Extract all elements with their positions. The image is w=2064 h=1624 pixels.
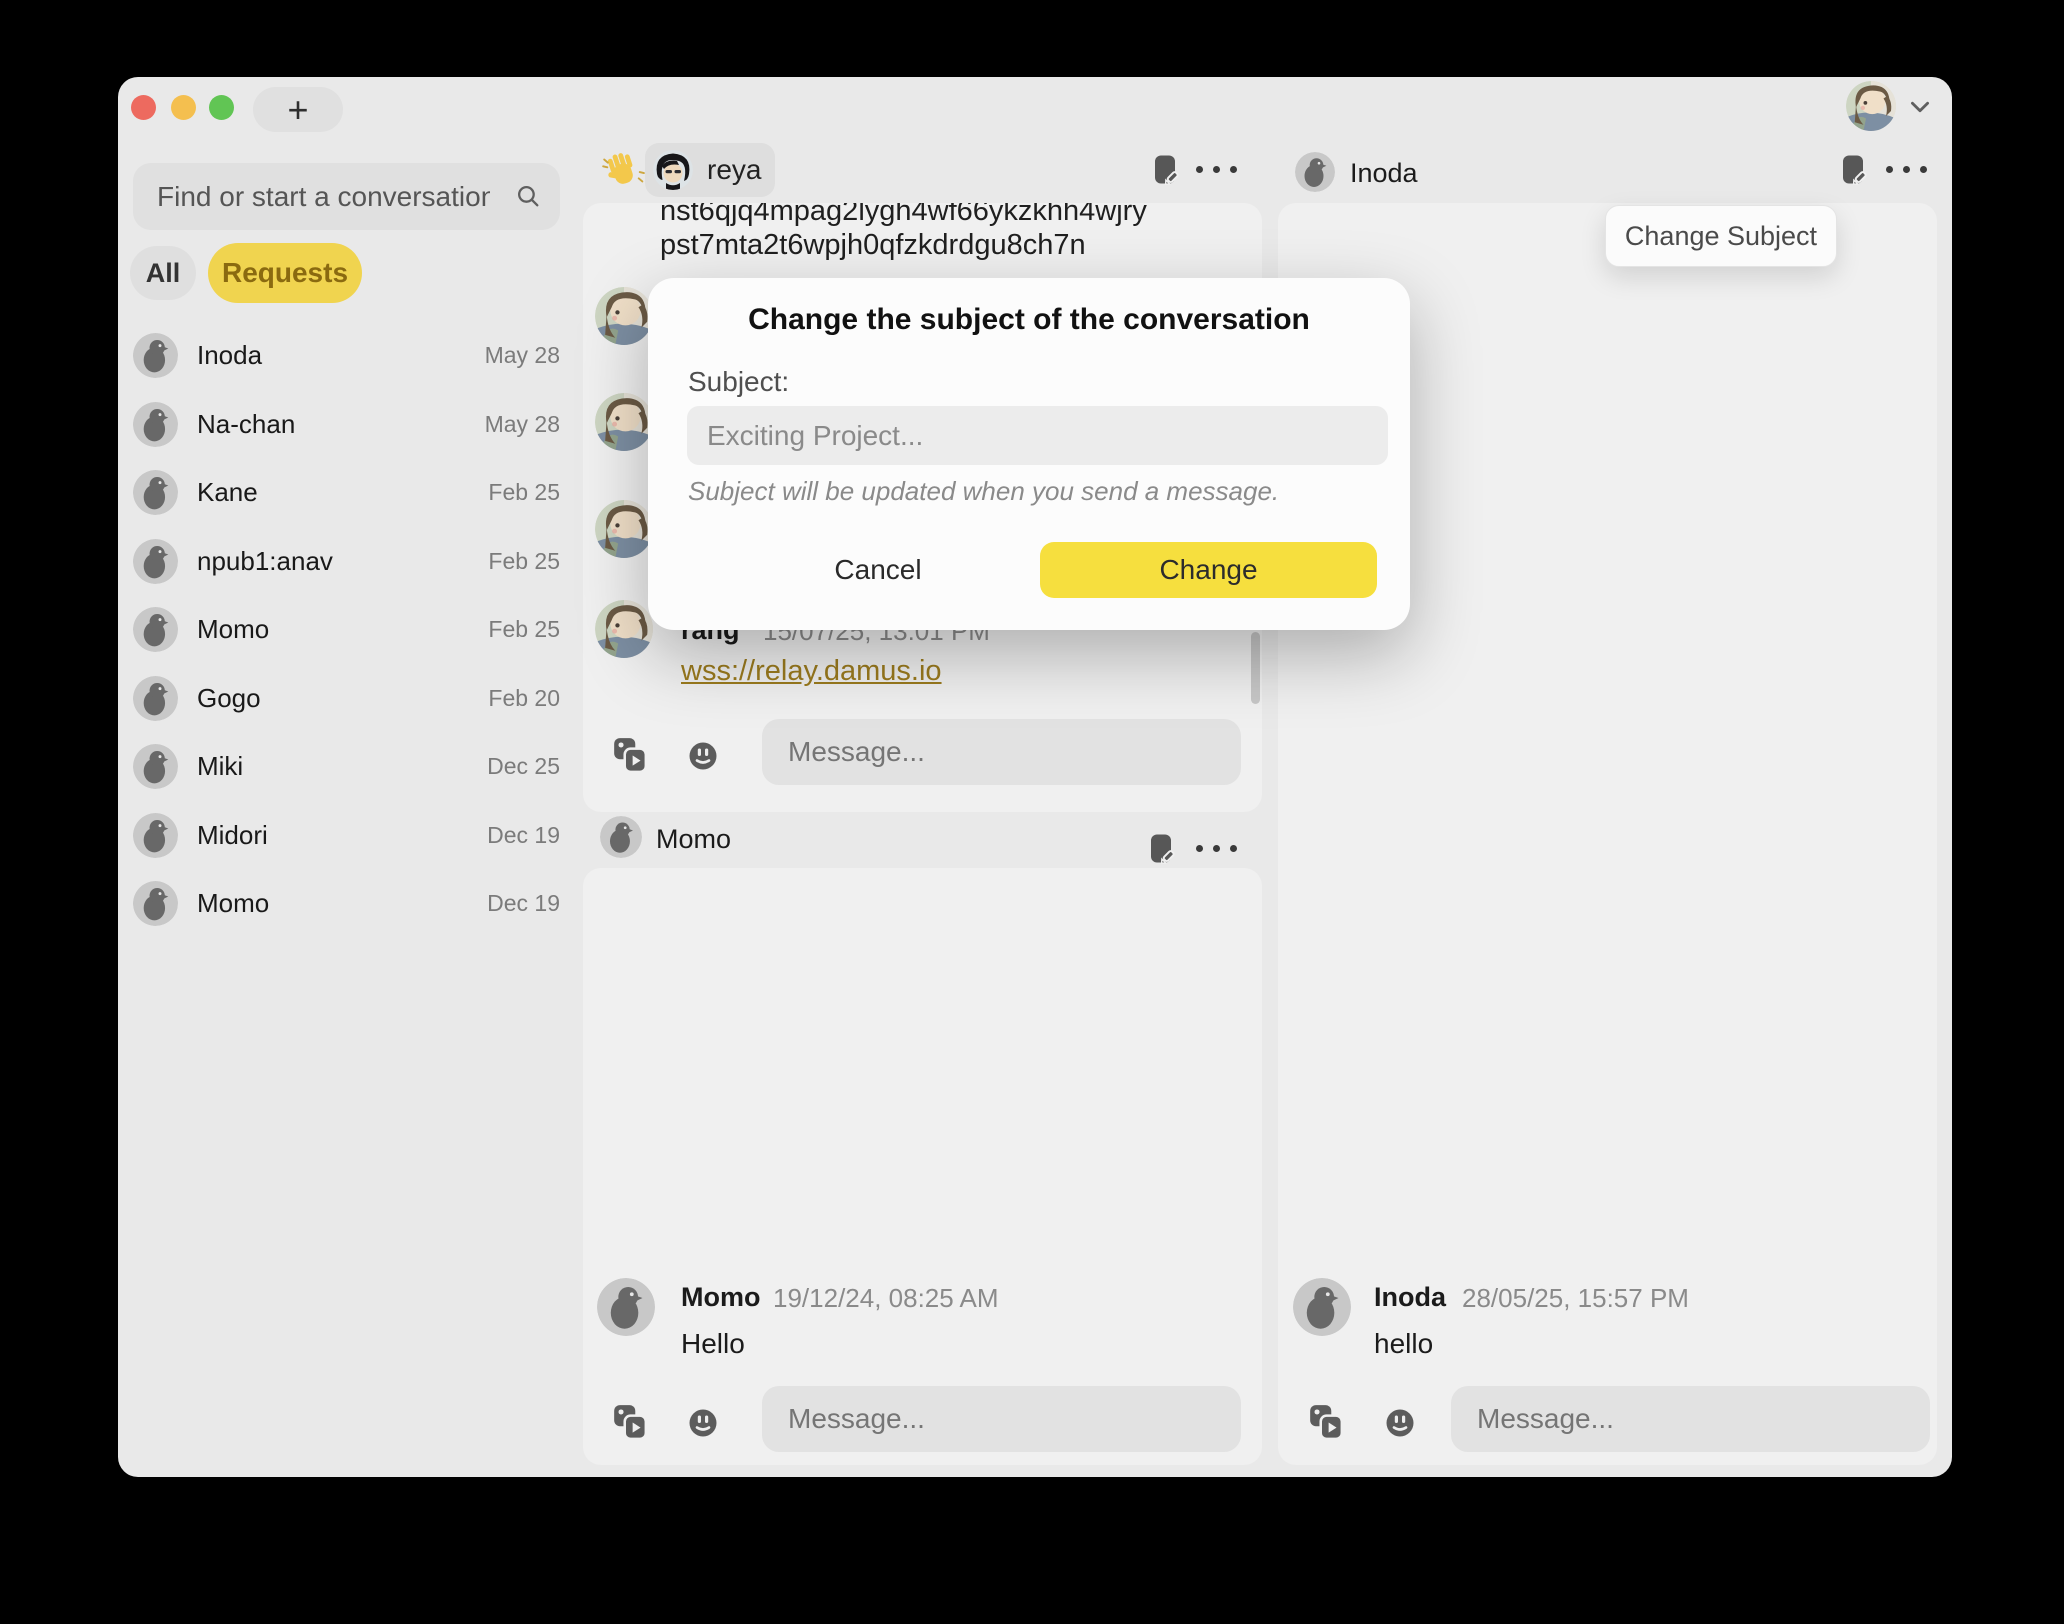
cancel-button[interactable]: Cancel [788, 542, 968, 598]
conversation-list-item[interactable]: Momo Dec 19 [133, 869, 560, 937]
media-picker-icon[interactable] [1307, 1403, 1345, 1441]
conversation-name: Midori [197, 820, 487, 851]
conversation-date: Feb 25 [488, 479, 560, 506]
conversation-list-item[interactable]: Na-chan May 28 [133, 390, 560, 458]
conversation-name: npub1:anav [197, 546, 488, 577]
app-window: + All Requests Inoda May 28 Na-chan May … [118, 77, 1952, 1477]
change-button[interactable]: Change [1040, 542, 1377, 598]
message-avatar [597, 1278, 655, 1336]
message-avatar [595, 287, 653, 345]
npub-text-line2: pst7mta2t6wpjh0qfzkdrdgu8ch7n [660, 229, 1086, 262]
conversation-list-item[interactable]: Midori Dec 19 [133, 801, 560, 869]
message-avatar [595, 500, 653, 558]
conversation-date: Dec 19 [487, 822, 560, 849]
emoji-picker-icon[interactable] [687, 740, 719, 772]
conversation-date: Dec 19 [487, 890, 560, 917]
conversation-name: Miki [197, 751, 487, 782]
edit-note-icon[interactable] [1836, 153, 1870, 187]
change-subject-dialog: Change the subject of the conversation S… [648, 278, 1410, 630]
minimize-window-button[interactable] [171, 95, 196, 120]
default-bird-avatar [133, 333, 178, 378]
edit-note-icon[interactable] [1144, 832, 1178, 866]
chat-panel-momo: Momo 19/12/24, 08:25 AM Hello [583, 868, 1262, 1465]
message-input[interactable] [1451, 1386, 1930, 1452]
more-options-icon[interactable] [1196, 166, 1237, 173]
message-author: Momo [681, 1282, 760, 1313]
conversation-list-item[interactable]: npub1:anav Feb 25 [133, 527, 560, 595]
message-timestamp: 19/12/24, 08:25 AM [773, 1283, 999, 1314]
plus-icon: + [287, 92, 308, 128]
wave-icon [600, 148, 646, 194]
relay-link[interactable]: wss://relay.damus.io [681, 655, 942, 688]
message-timestamp: 28/05/25, 15:57 PM [1462, 1283, 1689, 1314]
conversation-date: Feb 25 [488, 548, 560, 575]
default-bird-avatar [133, 539, 178, 584]
message-text: Hello [681, 1328, 745, 1360]
peer-name: reya [707, 154, 761, 186]
emoji-picker-icon[interactable] [687, 1407, 719, 1439]
conversation-list-item[interactable]: Gogo Feb 20 [133, 664, 560, 732]
message-author: Inoda [1374, 1282, 1446, 1313]
search-bar [133, 163, 560, 230]
subject-label: Subject: [688, 366, 789, 398]
subject-input[interactable] [687, 406, 1388, 465]
close-window-button[interactable] [131, 95, 156, 120]
conversation-list-item[interactable]: Momo Feb 25 [133, 595, 560, 663]
chevron-down-icon[interactable] [1907, 94, 1933, 120]
message-text: hello [1374, 1328, 1433, 1360]
conversation-name: Momo [197, 888, 487, 919]
emoji-picker-icon[interactable] [1384, 1407, 1416, 1439]
conversation-name: Na-chan [197, 409, 485, 440]
filter-requests-button[interactable]: Requests [208, 243, 362, 303]
conversation-list-item[interactable]: Kane Feb 25 [133, 458, 560, 526]
media-picker-icon[interactable] [611, 736, 649, 774]
message-input[interactable] [762, 719, 1241, 785]
conversation-list-item[interactable]: Miki Dec 25 [133, 732, 560, 800]
zoom-window-button[interactable] [209, 95, 234, 120]
subject-hint: Subject will be updated when you send a … [688, 476, 1279, 507]
search-input[interactable] [133, 163, 560, 230]
chat-header-name: Momo [656, 824, 731, 855]
new-conversation-button[interactable]: + [253, 87, 343, 132]
search-icon [515, 183, 542, 210]
tooltip-label: Change Subject [1625, 221, 1817, 252]
conversation-name: Gogo [197, 683, 488, 714]
conversation-name: Inoda [197, 340, 485, 371]
conversation-date: May 28 [485, 411, 560, 438]
default-bird-avatar [133, 402, 178, 447]
npub-text-line1: nst6qjq4mpag2lygh4wf66ykzkhh4wjry [660, 203, 1147, 228]
default-bird-avatar [1295, 152, 1335, 192]
reya-avatar [653, 150, 693, 190]
default-bird-avatar [133, 470, 178, 515]
media-picker-icon[interactable] [611, 1403, 649, 1441]
conversation-date: Dec 25 [487, 753, 560, 780]
more-options-icon[interactable] [1196, 845, 1237, 852]
conversation-date: Feb 25 [488, 616, 560, 643]
message-avatar [595, 600, 653, 658]
conversation-date: Feb 20 [488, 685, 560, 712]
default-bird-avatar [133, 881, 178, 926]
conversation-name: Kane [197, 477, 488, 508]
default-bird-avatar [600, 816, 642, 858]
more-options-icon[interactable] [1886, 166, 1927, 173]
change-subject-tooltip: Change Subject [1605, 205, 1837, 267]
scrollbar-thumb[interactable] [1251, 632, 1260, 704]
default-bird-avatar [133, 607, 178, 652]
default-bird-avatar [133, 744, 178, 789]
chat-header-name: Inoda [1350, 158, 1418, 189]
message-avatar [1293, 1278, 1351, 1336]
default-bird-avatar [133, 813, 178, 858]
message-avatar [595, 393, 653, 451]
filter-all-button[interactable]: All [130, 246, 196, 300]
edit-note-icon[interactable] [1148, 153, 1182, 187]
peer-chip-reya[interactable]: reya [645, 143, 775, 197]
conversation-name: Momo [197, 614, 488, 645]
account-avatar[interactable] [1846, 81, 1896, 131]
conversation-list-item[interactable]: Inoda May 28 [133, 321, 560, 389]
conversation-date: May 28 [485, 342, 560, 369]
message-input[interactable] [762, 1386, 1241, 1452]
default-bird-avatar [133, 676, 178, 721]
dialog-title: Change the subject of the conversation [648, 303, 1410, 337]
